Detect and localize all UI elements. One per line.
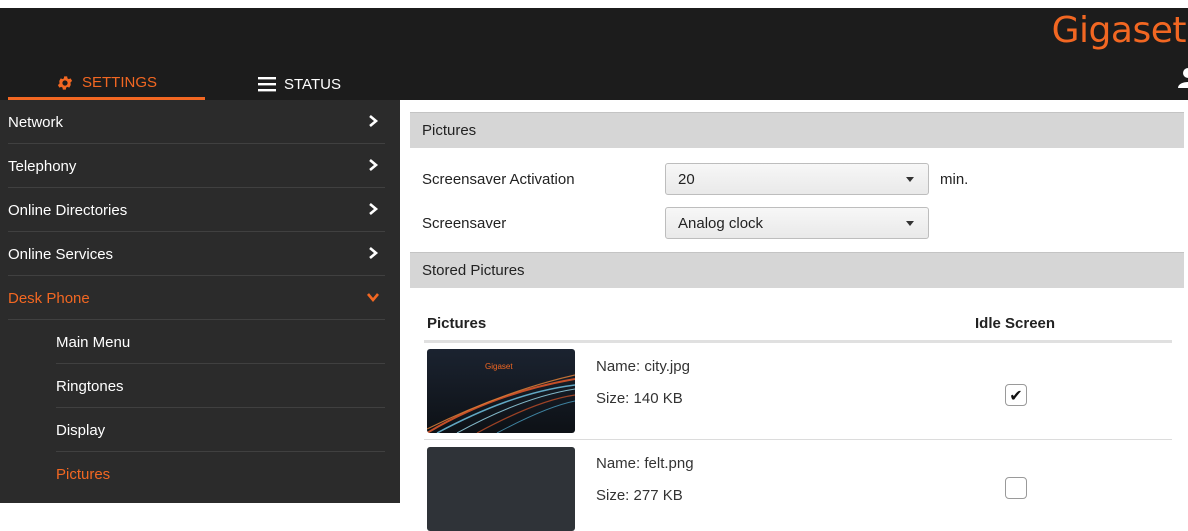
picture-size: Size: 277 KB [596,487,683,504]
menu-icon [258,76,276,92]
sidebar-item-label: Telephony [8,157,77,175]
brand-logo[interactable]: Gigaset [1052,10,1187,51]
picture-size: Size: 140 KB [596,390,683,407]
idle-screen-checkbox[interactable]: ✔ [1005,384,1027,406]
sidebar-subitem-label: Main Menu [56,333,131,351]
divider [424,439,1172,440]
column-header-idle-screen: Idle Screen [975,315,1056,332]
top-strip [0,0,1188,8]
sidebar-subitem-display[interactable]: Display [0,408,400,452]
chevron-right-icon [369,203,379,215]
sidebar-item-online-directories[interactable]: Online Directories [0,188,400,232]
chevron-right-icon [369,115,379,127]
chevron-right-icon [369,159,379,171]
gear-icon [56,74,74,92]
screensaver-select[interactable]: Analog clock [665,207,929,239]
section-header-pictures: Pictures [410,112,1184,148]
screensaver-activation-select[interactable]: 20 [665,163,929,195]
picture-name: Name: city.jpg [596,358,690,375]
sidebar-item-telephony[interactable]: Telephony [0,144,400,188]
app-header: Gigaset SETTINGS STATUS [0,0,1188,100]
select-value: Analog clock [678,214,764,232]
thumbnail-felt[interactable] [427,447,575,531]
sidebar-subitem-label: Ringtones [56,377,124,395]
screensaver-label: Screensaver [422,215,507,232]
chevron-right-icon [369,247,379,259]
sidebar-item-network[interactable]: Network [0,100,400,144]
sidebar-item-label: Desk Phone [8,289,90,307]
main-content: Pictures Screensaver Activation 20 min. … [400,100,1188,531]
sidebar-item-label: Online Services [8,245,114,263]
sidebar-subitem-pictures[interactable]: Pictures [0,452,400,496]
caret-down-icon [906,177,914,182]
unit-label: min. [940,171,969,188]
section-header-stored-pictures: Stored Pictures [410,252,1184,288]
tab-settings-label: SETTINGS [81,74,157,91]
sidebar-subitem-label: Display [56,421,106,439]
checkmark-icon: ✔ [1009,385,1023,405]
idle-screen-checkbox[interactable] [1005,477,1027,499]
sidebar-subitem-main-menu[interactable]: Main Menu [0,320,400,364]
caret-down-icon [906,221,914,226]
thumbnail-city[interactable]: Gigaset [427,349,575,433]
sidebar-item-label: Network [8,113,64,131]
picture-name: Name: felt.png [596,455,694,472]
thumbnail-logo: Gigaset [485,362,513,371]
sidebar-item-label: Online Directories [8,201,128,219]
sidebar: Network Telephony Online Directories Onl… [0,100,400,503]
select-value: 20 [678,170,695,188]
header-rule [424,340,1172,343]
sidebar-item-desk-phone[interactable]: Desk Phone [0,276,400,320]
sidebar-item-online-services[interactable]: Online Services [0,232,400,276]
user-icon[interactable] [1176,66,1188,88]
chevron-down-icon [367,293,379,303]
tab-status-label: STATUS [284,75,341,93]
column-header-pictures: Pictures [427,315,487,332]
screensaver-activation-label: Screensaver Activation [422,171,575,188]
section-title: Stored Pictures [422,262,525,279]
sidebar-subitem-ringtones[interactable]: Ringtones [0,364,400,408]
tab-settings[interactable]: SETTINGS [8,68,205,100]
section-title: Pictures [422,122,477,139]
sidebar-subitem-label: Pictures [56,465,111,483]
tab-status[interactable]: STATUS [258,68,341,100]
